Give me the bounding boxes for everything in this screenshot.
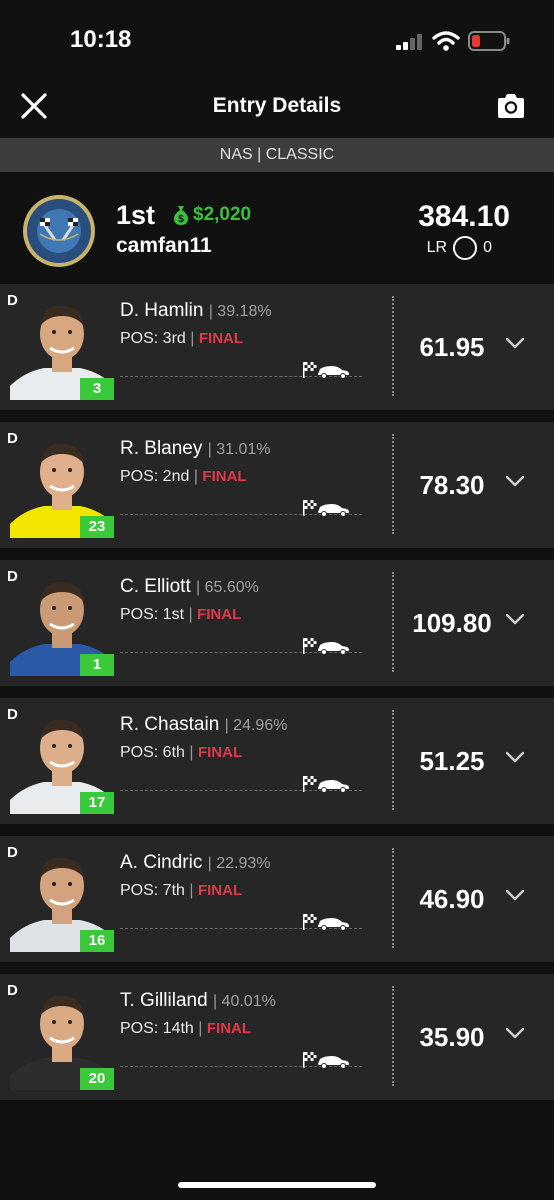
chevron-down-icon[interactable] — [504, 612, 526, 626]
status-time: 10:18 — [70, 26, 132, 53]
driver-name: D. Hamlin — [120, 300, 204, 321]
driver-name: T. Gilliland — [120, 990, 208, 1011]
car-number-badge: 17 — [80, 792, 114, 814]
fantasy-points: 78.30 — [419, 470, 485, 500]
chevron-down-icon[interactable] — [504, 888, 526, 902]
fantasy-points: 61.95 — [419, 332, 485, 362]
player-card[interactable]: D 1 C. Elliott | 65.60% POS: 1st | FINAL — [0, 560, 554, 686]
driver-info: R. Chastain | 24.96% — [120, 714, 287, 736]
ownership-pct: | 24.96% — [224, 717, 288, 734]
ownership-pct: | 39.18% — [208, 303, 272, 320]
driver-position: POS: 1st | FINAL — [120, 606, 242, 623]
lr-label: LR — [426, 239, 448, 256]
ownership-pct: | 40.01% — [212, 993, 276, 1010]
finish-position: POS: 6th — [120, 744, 185, 761]
status-final: FINAL — [197, 882, 243, 899]
driver-info: C. Elliott | 65.60% — [120, 576, 259, 598]
checkered-flag-car-icon — [303, 914, 349, 931]
chevron-down-icon[interactable] — [504, 474, 526, 488]
entry-username: camfan11 — [116, 234, 212, 257]
driver-info: D. Hamlin | 39.18% — [120, 300, 272, 322]
car-number-badge: 20 — [80, 1068, 114, 1090]
status-final: FINAL — [197, 744, 243, 761]
money-bag-icon: $ — [173, 206, 189, 225]
driver-name: R. Blaney — [120, 438, 203, 459]
car-number-badge: 3 — [80, 378, 114, 400]
player-card[interactable]: D 17 R. Chastain | 24.96% POS: 6th | FIN… — [0, 698, 554, 824]
battery-low-icon — [468, 31, 510, 51]
status-final: FINAL — [206, 1020, 252, 1037]
nav-bar: Entry Details — [0, 80, 554, 138]
finish-position: POS: 14th — [120, 1020, 194, 1037]
driver-position: POS: 3rd | FINAL — [120, 330, 244, 347]
entry-rank: 1st — [116, 200, 156, 230]
driver-position: POS: 7th | FINAL — [120, 882, 243, 899]
driver-info: R. Blaney | 31.01% — [120, 438, 271, 460]
car-number-badge: 1 — [80, 654, 114, 676]
driver-name: R. Chastain — [120, 714, 220, 735]
camera-button[interactable] — [496, 92, 526, 120]
entry-prize: $ $2,020 — [172, 204, 251, 226]
checkered-flag-car-icon — [303, 362, 349, 379]
divider — [392, 710, 394, 810]
player-card[interactable]: D 20 T. Gilliland | 40.01% POS: 14th | F… — [0, 974, 554, 1100]
ownership-pct: | 31.01% — [207, 441, 271, 458]
divider — [392, 296, 394, 396]
lr-circle-icon — [453, 236, 478, 260]
player-card[interactable]: D 16 A. Cindric | 22.93% POS: 7th | FINA… — [0, 836, 554, 962]
cellular-signal-icon — [396, 34, 422, 50]
contest-label: NAS | CLASSIC — [0, 138, 554, 172]
chevron-down-icon[interactable] — [504, 336, 526, 350]
ownership-pct: | 65.60% — [196, 579, 259, 596]
driver-info: A. Cindric | 22.93% — [120, 852, 271, 874]
fantasy-points: 51.25 — [419, 746, 485, 776]
divider — [392, 434, 394, 534]
ownership-pct: | 22.93% — [207, 855, 271, 872]
chevron-down-icon[interactable] — [504, 1026, 526, 1040]
finish-position: POS: 7th — [120, 882, 185, 899]
driver-position: POS: 6th | FINAL — [120, 744, 243, 761]
player-card[interactable]: D 23 R. Blaney | 31.01% POS: 2nd | FINAL — [0, 422, 554, 548]
checkered-flag-car-icon — [303, 1052, 349, 1069]
divider — [392, 848, 394, 948]
driver-name: C. Elliott — [120, 576, 191, 597]
entry-header: 1st $ $2,020 camfan11 384.10 LR 0 — [0, 172, 554, 284]
chevron-down-icon[interactable] — [504, 750, 526, 764]
player-card[interactable]: D 3 D. Hamlin | 39.18% POS: 3rd | FINAL — [0, 284, 554, 410]
status-final: FINAL — [197, 606, 242, 623]
fantasy-points: 109.80 — [412, 608, 492, 638]
checkered-flag-car-icon — [303, 776, 349, 793]
live-rank-indicator: LR 0 — [427, 236, 492, 260]
divider — [392, 986, 394, 1086]
finish-position: POS: 2nd — [120, 468, 190, 485]
checkered-flag-car-icon — [303, 638, 349, 655]
driver-info: T. Gilliland | 40.01% — [120, 990, 276, 1012]
car-number-badge: 23 — [80, 516, 114, 538]
status-bar: 10:18 — [0, 0, 554, 80]
driver-position: POS: 2nd | FINAL — [120, 468, 247, 485]
driver-name: A. Cindric — [120, 852, 203, 873]
home-indicator — [178, 1182, 376, 1188]
page-title: Entry Details — [212, 94, 342, 117]
checkered-flag-car-icon — [303, 500, 349, 517]
fantasy-points: 35.90 — [419, 1022, 485, 1052]
divider — [392, 572, 394, 672]
status-final: FINAL — [198, 330, 244, 347]
podcast-logo — [23, 195, 95, 267]
svg-text:$: $ — [178, 214, 184, 225]
finish-position: POS: 3rd — [120, 330, 186, 347]
status-final: FINAL — [202, 468, 247, 485]
fantasy-points: 46.90 — [419, 884, 485, 914]
prize-amount: $2,020 — [193, 204, 252, 225]
car-number-badge: 16 — [80, 930, 114, 952]
entry-score: 384.10 — [418, 200, 510, 233]
wifi-icon — [432, 31, 460, 51]
lr-value: 0 — [483, 239, 492, 256]
driver-position: POS: 14th | FINAL — [120, 1020, 252, 1037]
finish-position: POS: 1st — [120, 606, 185, 623]
